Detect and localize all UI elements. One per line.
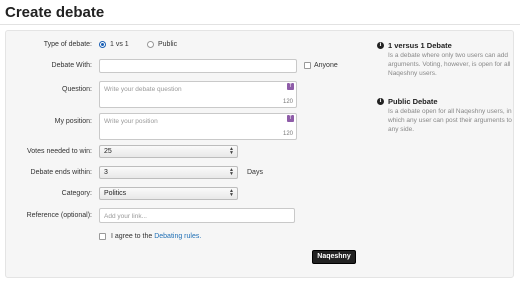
radio-1vs1-label: 1 vs 1 — [110, 41, 129, 48]
votes-needed-label: Votes needed to win: — [27, 148, 92, 155]
create-debate-form: Type of debate: 1 vs 1 Public Debate Wit… — [5, 30, 514, 278]
position-placeholder: Write your position — [104, 118, 158, 125]
info-icon: i — [377, 98, 384, 105]
reference-placeholder: Add your link... — [104, 213, 147, 220]
select-arrows-icon: ▲ ▼ — [229, 146, 234, 156]
translate-icon[interactable]: T — [287, 83, 294, 90]
radio-1vs1[interactable] — [99, 41, 106, 48]
submit-button[interactable]: Naqeshny — [312, 250, 356, 264]
category-value: Politics — [104, 190, 127, 197]
category-label: Category: — [61, 190, 92, 197]
debating-rules-link[interactable]: Debating rules. — [154, 233, 201, 240]
debate-ends-select[interactable]: 3 ▲ ▼ — [99, 166, 238, 179]
anyone-label: Anyone — [314, 62, 338, 69]
radio-public[interactable] — [147, 41, 154, 48]
debate-ends-value: 3 — [104, 169, 108, 176]
info-1v1-description: Is a debate where only two users can add… — [388, 52, 511, 77]
agree-checkbox[interactable] — [99, 233, 106, 240]
type-of-debate-label: Type of debate: — [43, 41, 92, 48]
anyone-checkbox[interactable] — [304, 62, 311, 69]
agree-text: I agree to the Debating rules. — [111, 233, 201, 240]
page-title: Create debate — [5, 4, 105, 21]
votes-needed-value: 25 — [104, 148, 112, 155]
category-select[interactable]: Politics ▲ ▼ — [99, 187, 238, 200]
debate-with-label: Debate With: — [51, 62, 92, 69]
select-arrows-icon: ▲ ▼ — [229, 188, 234, 198]
position-char-counter: 120 — [282, 131, 293, 137]
debate-with-input[interactable] — [99, 59, 297, 73]
reference-input[interactable]: Add your link... — [99, 208, 295, 223]
agree-label: I agree to the — [111, 233, 153, 240]
my-position-input[interactable]: Write your position T 120 — [99, 113, 297, 140]
days-unit-label: Days — [247, 169, 263, 176]
question-char-counter: 120 — [282, 99, 293, 105]
select-arrows-icon: ▲ ▼ — [229, 167, 234, 177]
question-label: Question: — [62, 86, 92, 93]
info-icon: i — [377, 42, 384, 49]
info-1v1-title: 1 versus 1 Debate — [388, 41, 452, 50]
translate-icon[interactable]: T — [287, 115, 294, 122]
reference-label: Reference (optional): — [26, 212, 92, 219]
title-divider — [0, 24, 520, 25]
radio-public-label: Public — [158, 41, 178, 48]
debate-ends-label: Debate ends within: — [30, 169, 92, 176]
question-input[interactable]: Write your debate question T 120 — [99, 81, 297, 108]
my-position-label: My position: — [54, 118, 92, 125]
info-public-title: Public Debate — [388, 97, 438, 106]
info-public-description: Is a debate open for all Naqeshny users,… — [388, 108, 512, 133]
votes-needed-select[interactable]: 25 ▲ ▼ — [99, 145, 238, 158]
question-placeholder: Write your debate question — [104, 86, 182, 93]
